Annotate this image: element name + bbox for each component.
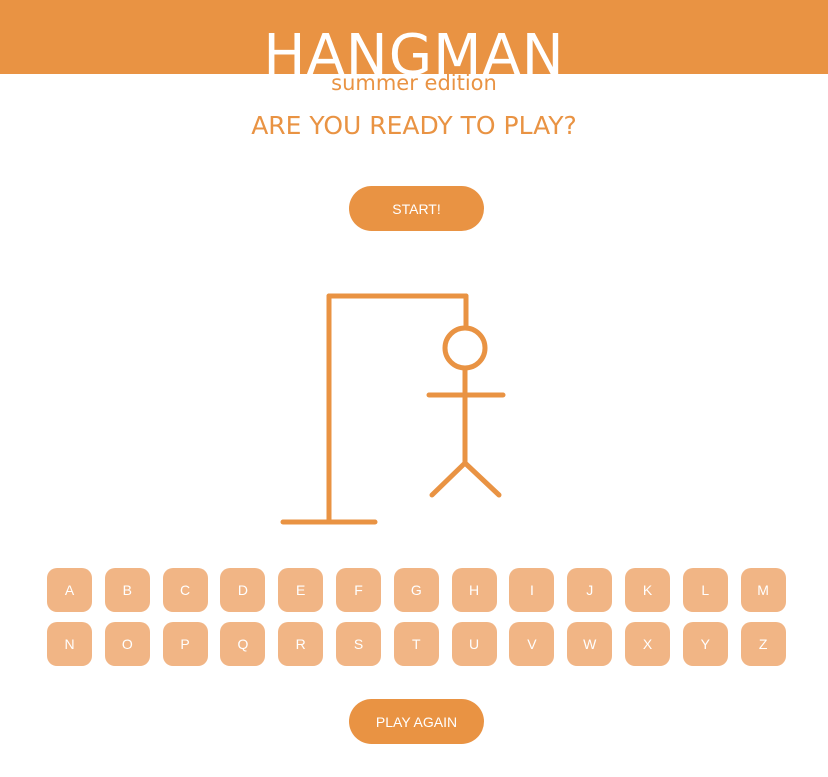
letter-key-g[interactable]: G — [393, 568, 439, 612]
letter-key-i[interactable]: I — [509, 568, 555, 612]
letter-key-q[interactable]: Q — [220, 622, 266, 666]
letter-key-y[interactable]: Y — [682, 622, 728, 666]
letter-key-u[interactable]: U — [451, 622, 497, 666]
letter-key-l[interactable]: L — [682, 568, 728, 612]
letter-key-d[interactable]: D — [220, 568, 266, 612]
letter-key-f[interactable]: F — [336, 568, 381, 612]
letter-key-j[interactable]: J — [567, 568, 613, 612]
letter-key-m[interactable]: M — [740, 568, 786, 612]
letter-key-h[interactable]: H — [451, 568, 497, 612]
game-subtitle: summer edition — [331, 71, 497, 95]
letter-key-b[interactable]: B — [104, 568, 150, 612]
hangman-right-leg — [462, 460, 502, 498]
letter-key-t[interactable]: T — [393, 622, 439, 666]
hangman-head — [442, 325, 488, 371]
ready-prompt: ARE YOU READY TO PLAY? — [251, 111, 577, 140]
letter-key-s[interactable]: S — [336, 622, 381, 666]
letter-key-v[interactable]: V — [509, 622, 555, 666]
hangman-drawing — [280, 293, 506, 525]
start-button[interactable]: START! — [349, 186, 484, 231]
letter-key-a[interactable]: A — [47, 568, 92, 612]
letter-key-o[interactable]: O — [104, 622, 150, 666]
letter-key-z[interactable]: Z — [740, 622, 786, 666]
letter-key-w[interactable]: W — [567, 622, 613, 666]
hangman-page: HANGMAN summer edition ARE YOU READY TO … — [0, 0, 828, 777]
letter-key-r[interactable]: R — [278, 622, 324, 666]
letter-key-x[interactable]: X — [625, 622, 670, 666]
letter-key-c[interactable]: C — [162, 568, 208, 612]
letter-key-n[interactable]: N — [47, 622, 92, 666]
play-again-button[interactable]: PLAY AGAIN — [349, 699, 484, 744]
letter-key-k[interactable]: K — [625, 568, 670, 612]
letter-key-p[interactable]: P — [162, 622, 208, 666]
letter-key-e[interactable]: E — [278, 568, 324, 612]
hangman-left-leg — [429, 460, 468, 498]
